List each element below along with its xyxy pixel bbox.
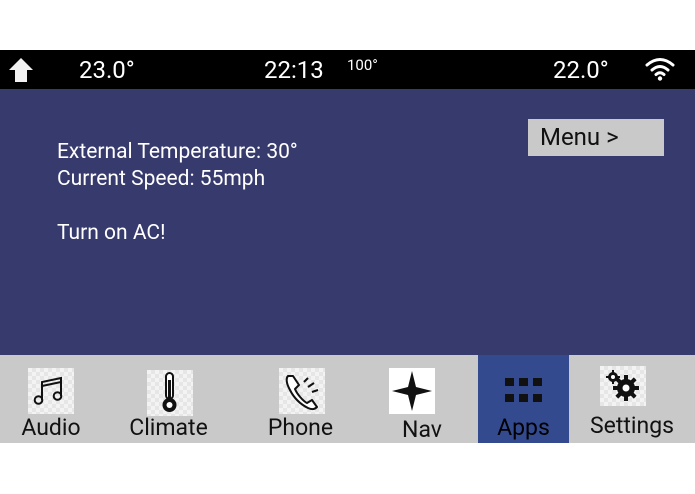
- right-temperature[interactable]: 22.0°: [553, 56, 609, 84]
- nav-label-audio: Audio: [21, 414, 81, 441]
- info-text: External Temperature: 30° Current Speed:…: [57, 139, 298, 247]
- nav-label-apps: Apps: [497, 414, 550, 441]
- nav-item-climate[interactable]: Climate: [102, 355, 235, 443]
- nav-item-settings[interactable]: Settings: [569, 355, 695, 443]
- nav-label-settings: Settings: [590, 412, 674, 439]
- nav-item-nav[interactable]: Nav: [366, 355, 478, 443]
- nav-item-apps[interactable]: Apps: [478, 355, 569, 443]
- thermometer-icon: [147, 370, 193, 416]
- wifi-icon: [645, 58, 675, 81]
- grid-icon: [505, 378, 542, 402]
- nav-label-nav: Nav: [402, 416, 442, 443]
- outside-temperature: 100°: [347, 56, 378, 74]
- status-bar: 23.0° 22:13 100° 22.0°: [0, 50, 695, 89]
- current-speed-label: Current Speed: 55mph: [57, 167, 266, 191]
- menu-button[interactable]: Menu >: [528, 119, 664, 156]
- nav-label-climate: Climate: [129, 414, 208, 441]
- main-panel: External Temperature: 30° Current Speed:…: [0, 89, 695, 355]
- nav-item-audio[interactable]: Audio: [0, 355, 102, 443]
- nav-item-phone[interactable]: Phone: [235, 355, 366, 443]
- bottom-nav-bar: Audio Climate Phone Nav Apps Settings: [0, 355, 695, 443]
- gear-icon: [600, 366, 646, 406]
- clock: 22:13: [264, 56, 324, 84]
- left-temperature[interactable]: 23.0°: [79, 56, 135, 84]
- compass-star-icon: [389, 368, 435, 414]
- external-temperature-label: External Temperature: 30°: [57, 140, 298, 164]
- phone-icon: [279, 368, 325, 414]
- music-notes-icon: [28, 368, 74, 414]
- home-icon[interactable]: [8, 57, 34, 83]
- nav-label-phone: Phone: [267, 414, 334, 441]
- ac-alert: Turn on AC!: [57, 221, 166, 245]
